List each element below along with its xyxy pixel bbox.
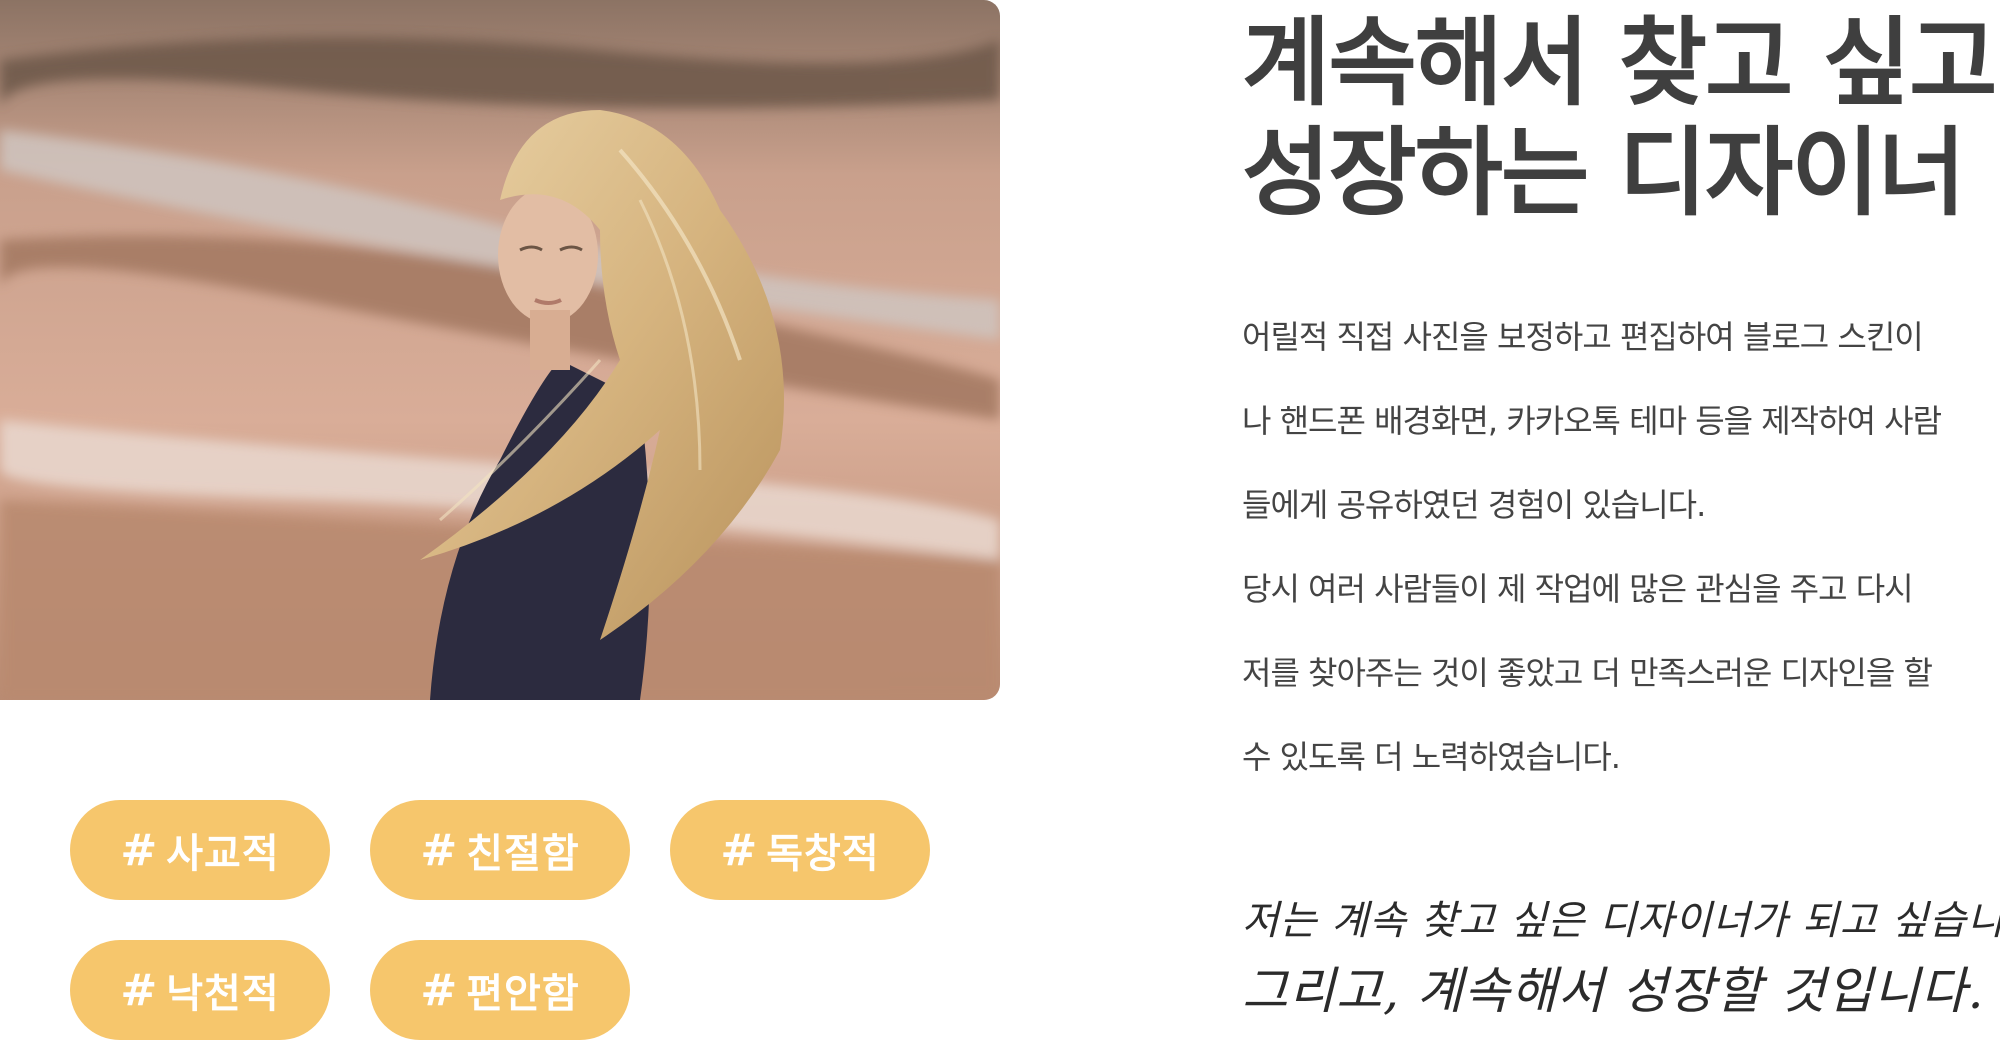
page-title: 계속해서 찾고 싶고 성장하는 디자이너	[1242, 7, 1997, 229]
tag-label: 사교적	[166, 831, 280, 877]
personality-tags: # 사교적 # 친절함 # 독창적 # 낙천적 # 편안함	[70, 800, 970, 1040]
body-line: 나 핸드폰 배경화면, 카카오톡 테마 등을 제작하여 사람	[1242, 402, 1942, 440]
tag-label: 낙천적	[166, 971, 280, 1017]
quote-line-1: 저는 계속 찾고 싶은 디자이너가 되고 싶습니다.	[1242, 898, 2000, 944]
hash-icon: #	[420, 824, 459, 876]
portrait-photo	[0, 0, 1000, 700]
quote-line-2: 그리고, 계속해서 성장할 것입니다.	[1242, 962, 1985, 1020]
intro-paragraph: 어릴적 직접 사진을 보정하고 편집하여 블로그 스킨이 나 핸드폰 배경화면,…	[1242, 295, 1992, 799]
woman-wind-hair-image	[0, 0, 1000, 700]
tag-kind: # 친절함	[370, 800, 630, 900]
hash-icon: #	[420, 964, 459, 1016]
title-line-1: 계속해서 찾고 싶고	[1242, 7, 1997, 119]
title-line-2: 성장하는 디자이너	[1242, 117, 1966, 229]
hash-icon: #	[120, 824, 159, 876]
body-line: 어릴적 직접 사진을 보정하고 편집하여 블로그 스킨이	[1242, 318, 1924, 356]
hash-icon: #	[120, 964, 159, 1016]
tag-label: 친절함	[466, 831, 580, 877]
body-line: 저를 찾아주는 것이 좋았고 더 만족스러운 디자인을 할	[1242, 654, 1933, 692]
handwritten-quote: 저는 계속 찾고 싶은 디자이너가 되고 싶습니다. 그리고, 계속해서 성장할…	[1242, 890, 2000, 1030]
body-line: 들에게 공유하였던 경험이 있습니다.	[1242, 486, 1706, 524]
hash-icon: #	[720, 824, 759, 876]
tag-label: 독창적	[766, 831, 880, 877]
tag-creative: # 독창적	[670, 800, 930, 900]
tag-comfortable: # 편안함	[370, 940, 630, 1040]
tag-label: 편안함	[466, 971, 580, 1017]
tag-optimistic: # 낙천적	[70, 940, 330, 1040]
body-line: 수 있도록 더 노력하였습니다.	[1242, 738, 1621, 776]
body-line: 당시 여러 사람들이 제 작업에 많은 관심을 주고 다시	[1242, 570, 1914, 608]
tag-sociable: # 사교적	[70, 800, 330, 900]
